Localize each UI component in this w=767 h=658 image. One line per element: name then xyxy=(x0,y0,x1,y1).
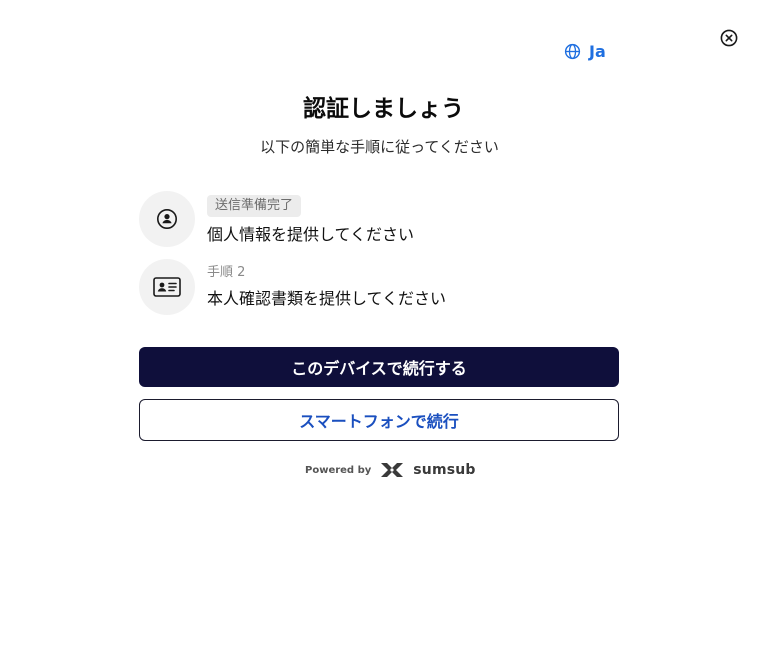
step-icon-container xyxy=(139,191,195,247)
sumsub-logo-icon xyxy=(381,463,404,477)
powered-by-label: Powered by xyxy=(305,464,372,476)
close-button[interactable] xyxy=(720,29,738,47)
step-icon-container xyxy=(139,259,195,315)
brand-name: sumsub xyxy=(413,462,476,478)
continue-on-phone-button[interactable]: スマートフォンで続行 xyxy=(139,399,619,441)
close-icon xyxy=(720,29,738,47)
powered-by-footer[interactable]: Powered by sumsub xyxy=(305,459,476,481)
id-card-icon xyxy=(153,277,181,297)
globe-icon xyxy=(564,43,581,59)
user-circle-icon xyxy=(157,209,177,229)
step-personal-info: 送信準備完了 個人情報を提供してください xyxy=(139,191,619,247)
status-badge: 送信準備完了 xyxy=(207,195,302,217)
language-label: Ja xyxy=(589,41,606,61)
step-number: 手順 2 xyxy=(207,265,246,280)
page-subtitle: 以下の簡単な手順に従ってください xyxy=(260,138,499,156)
continue-on-device-button[interactable]: このデバイスで続行する xyxy=(139,347,619,387)
step-label: 本人確認書類を提供してください xyxy=(207,289,447,308)
step-label: 個人情報を提供してください xyxy=(207,225,415,244)
step-identity-document: 手順 2 本人確認書類を提供してください xyxy=(139,259,619,315)
page-title: 認証しましょう xyxy=(303,96,464,122)
language-switcher[interactable]: Ja xyxy=(564,41,606,61)
